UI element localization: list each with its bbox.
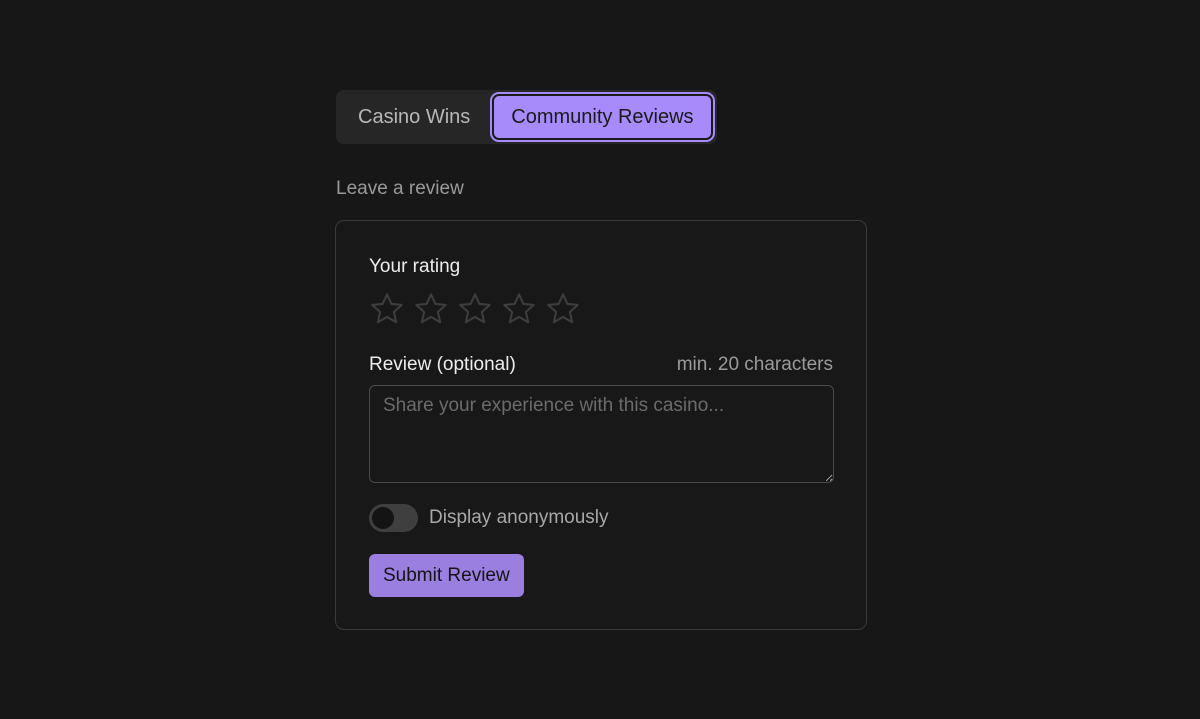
star-icon[interactable] [457, 291, 493, 327]
star-icon[interactable] [545, 291, 581, 327]
star-icon[interactable] [413, 291, 449, 327]
review-label: Review (optional) [369, 354, 516, 375]
tab-community-reviews[interactable]: Community Reviews [492, 94, 713, 140]
submit-review-button[interactable]: Submit Review [369, 554, 524, 597]
anonymous-toggle-label: Display anonymously [429, 507, 609, 528]
star-icon[interactable] [501, 291, 537, 327]
review-textarea[interactable] [369, 385, 834, 483]
review-length-hint: min. 20 characters [676, 354, 833, 375]
star-icon[interactable] [369, 291, 405, 327]
anonymous-toggle-row: Display anonymously [369, 504, 609, 532]
rating-label: Your rating [369, 256, 461, 277]
toggle-knob [372, 507, 394, 529]
section-heading: Leave a review [336, 178, 464, 199]
tab-casino-wins[interactable]: Casino Wins [336, 90, 492, 144]
review-form-card: Your rating Review (optional) min. 20 ch… [335, 220, 867, 630]
page: Casino Wins Community Reviews Leave a re… [0, 0, 1200, 719]
anonymous-toggle[interactable] [369, 504, 418, 532]
tab-bar: Casino Wins Community Reviews [336, 90, 717, 144]
star-rating [369, 291, 581, 327]
